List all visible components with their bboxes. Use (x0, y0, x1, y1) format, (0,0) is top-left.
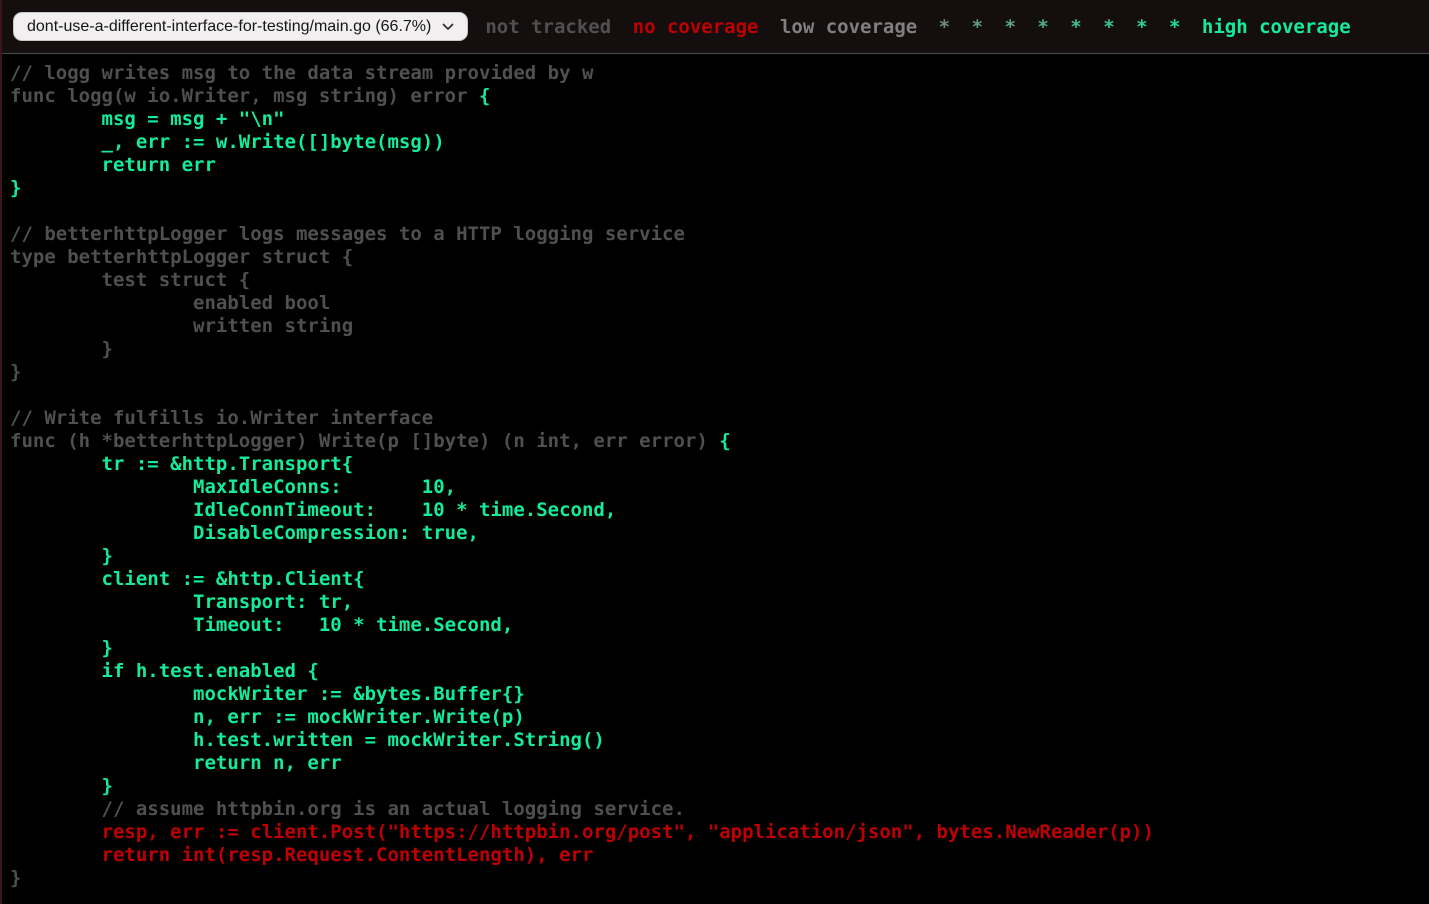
file-select[interactable]: dont-use-a-different-interface-for-testi… (13, 12, 468, 41)
code-segment-cov10: MaxIdleConns: 10, (10, 476, 456, 498)
code-line: client := &http.Client{ (10, 568, 1429, 591)
legend-item-untracked: not tracked (485, 16, 611, 38)
code-line: } (10, 545, 1429, 568)
code-line: } (10, 177, 1429, 200)
code-segment-cov10: client := &http.Client{ (10, 568, 365, 590)
legend-item-cov6: * (1070, 16, 1081, 38)
code-segment-cov10: Timeout: 10 * time.Second, (10, 614, 513, 636)
code-segment-cov10: return n, err (10, 752, 342, 774)
code-segment-cov10: } (10, 775, 113, 797)
code-line: written string (10, 315, 1429, 338)
code-segment-cov10: } (10, 177, 21, 199)
legend-item-cov1: low coverage (780, 16, 917, 38)
code-segment-cov10: { (719, 430, 730, 452)
code-segment-cov10: h.test.written = mockWriter.String() (10, 729, 605, 751)
legend-item-cov5: * (1037, 16, 1048, 38)
code-line: // assume httpbin.org is an actual loggi… (10, 798, 1429, 821)
legend-item-cov8: * (1136, 16, 1147, 38)
code-line: n, err := mockWriter.Write(p) (10, 706, 1429, 729)
source-code: // logg writes msg to the data stream pr… (10, 62, 1429, 890)
code-line: } (10, 775, 1429, 798)
code-segment-cov10: } (10, 545, 113, 567)
legend-item-cov0: no coverage (633, 16, 759, 38)
code-segment-cov10: tr := &http.Transport{ (10, 453, 353, 475)
code-line: } (10, 637, 1429, 660)
code-segment-cov10: Transport: tr, (10, 591, 353, 613)
code-line: // betterhttpLogger logs messages to a H… (10, 223, 1429, 246)
code-segment-cov10: { (479, 85, 490, 107)
code-segment-cov0: return int(resp.Request.ContentLength), … (10, 844, 593, 866)
code-line (10, 384, 1429, 407)
code-segment-untracked: type betterhttpLogger struct { (10, 246, 353, 268)
code-line: // Write fulfills io.Writer interface (10, 407, 1429, 430)
legend-item-cov9: * (1169, 16, 1180, 38)
legend-item-cov10: high coverage (1202, 16, 1351, 38)
code-line: func logg(w io.Writer, msg string) error… (10, 85, 1429, 108)
code-segment-untracked: // Write fulfills io.Writer interface (10, 407, 433, 429)
code-segment-cov10: DisableCompression: true, (10, 522, 479, 544)
code-line: return int(resp.Request.ContentLength), … (10, 844, 1429, 867)
coverage-legend: not tracked no coverage low coverage * *… (480, 16, 1429, 38)
code-line: return err (10, 154, 1429, 177)
code-segment-untracked: func (h *betterhttpLogger) Write(p []byt… (10, 430, 719, 452)
code-segment-cov10: return err (10, 154, 216, 176)
code-segment-cov10: mockWriter := &bytes.Buffer{} (10, 683, 525, 705)
code-segment-untracked: written string (10, 315, 353, 337)
code-line: test struct { (10, 269, 1429, 292)
code-segment-cov10: msg = msg + "\n" (10, 108, 285, 130)
code-segment-untracked: // betterhttpLogger logs messages to a H… (10, 223, 685, 245)
code-segment-untracked: } (10, 338, 113, 360)
legend-item-cov7: * (1103, 16, 1114, 38)
code-line: DisableCompression: true, (10, 522, 1429, 545)
code-line: MaxIdleConns: 10, (10, 476, 1429, 499)
code-line: mockWriter := &bytes.Buffer{} (10, 683, 1429, 706)
code-segment-untracked: } (10, 867, 21, 889)
topbar: dont-use-a-different-interface-for-testi… (0, 0, 1429, 54)
code-segment-untracked: test struct { (10, 269, 250, 291)
code-line: if h.test.enabled { (10, 660, 1429, 683)
code-line: msg = msg + "\n" (10, 108, 1429, 131)
code-line: } (10, 361, 1429, 384)
code-segment-untracked: // logg writes msg to the data stream pr… (10, 62, 593, 84)
code-line: func (h *betterhttpLogger) Write(p []byt… (10, 430, 1429, 453)
legend-item-cov3: * (972, 16, 983, 38)
code-line: h.test.written = mockWriter.String() (10, 729, 1429, 752)
code-segment-untracked: enabled bool (10, 292, 330, 314)
code-line: Timeout: 10 * time.Second, (10, 614, 1429, 637)
code-line: return n, err (10, 752, 1429, 775)
left-edge-stripe (0, 0, 2, 904)
code-line: IdleConnTimeout: 10 * time.Second, (10, 499, 1429, 522)
code-line: // logg writes msg to the data stream pr… (10, 62, 1429, 85)
chevron-down-icon (442, 23, 454, 31)
code-segment-untracked: // assume httpbin.org is an actual loggi… (10, 798, 685, 820)
code-segment-cov10: IdleConnTimeout: 10 * time.Second, (10, 499, 616, 521)
code-segment-untracked: func logg(w io.Writer, msg string) error (10, 85, 479, 107)
legend-item-cov2: * (939, 16, 950, 38)
code-line: tr := &http.Transport{ (10, 453, 1429, 476)
code-segment-cov0: resp, err := client.Post("https://httpbi… (10, 821, 1154, 843)
code-segment-cov10: _, err := w.Write([]byte(msg)) (10, 131, 445, 153)
code-line: } (10, 867, 1429, 890)
code-line (10, 200, 1429, 223)
code-line: } (10, 338, 1429, 361)
code-segment-untracked: } (10, 361, 21, 383)
code-line: _, err := w.Write([]byte(msg)) (10, 131, 1429, 154)
code-segment-cov10: } (10, 637, 113, 659)
code-line: Transport: tr, (10, 591, 1429, 614)
code-line: enabled bool (10, 292, 1429, 315)
file-select-value: dont-use-a-different-interface-for-testi… (27, 18, 431, 36)
code-line: type betterhttpLogger struct { (10, 246, 1429, 269)
nav: dont-use-a-different-interface-for-testi… (13, 12, 468, 41)
legend-item-cov4: * (1004, 16, 1015, 38)
code-line: resp, err := client.Post("https://httpbi… (10, 821, 1429, 844)
code-segment-cov10: n, err := mockWriter.Write(p) (10, 706, 525, 728)
code-segment-cov10: if h.test.enabled { (10, 660, 319, 682)
